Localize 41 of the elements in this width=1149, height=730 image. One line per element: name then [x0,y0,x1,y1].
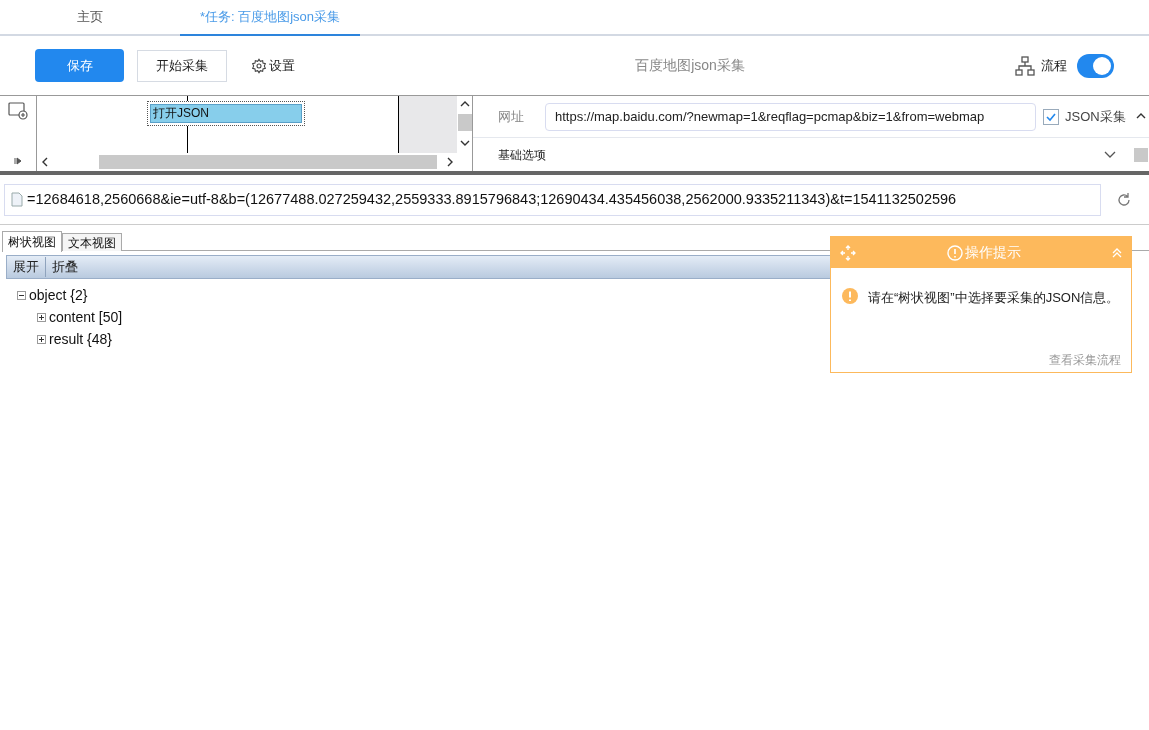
address-text: =12684618,2560668&ie=utf-8&b=(12677488.027259432,2559333.8915796843;12690434.435456038,2562000.9335211343)&t=1541132502596 [27,189,957,209]
add-window-icon[interactable] [8,102,28,120]
start-button[interactable]: 开始采集 [137,49,227,82]
view-tab[interactable]: 文本视图 [62,233,122,251]
json-checkbox[interactable] [1043,108,1059,125]
section-header[interactable]: 基础选项 [498,145,546,164]
tree-node-label[interactable]: content [50] [49,306,123,328]
scrollbar-thumb[interactable] [99,155,437,169]
url-field[interactable]: https://map.baidu.com/?newmap=1&reqflag=pcmap&biz=1&from=webmap [545,102,1036,131]
collapse-icon[interactable] [17,290,26,300]
json-checkbox-label: JSON采集 [1065,107,1126,126]
tree-node-label[interactable]: object {2} [29,284,88,306]
settings-button[interactable]: 设置 [269,55,295,76]
expand-icon[interactable] [37,334,46,344]
workflow-node[interactable]: 打开JSON [150,104,302,123]
tree-toolbar-button[interactable]: 折叠 [45,257,84,277]
scrollbar-thumb[interactable] [457,114,472,131]
tab[interactable]: 主页 [0,0,180,36]
tree-node-label[interactable]: result {48} [49,328,113,350]
hint-message: 请在“树状视图”中选择要采集的JSON信息。 [868,289,1120,307]
connector-line [398,96,399,153]
expand-icon[interactable] [37,312,46,322]
refresh-icon[interactable] [1116,191,1132,208]
url-label: 网址 [498,107,525,126]
flow-toggle[interactable] [1077,53,1114,78]
save-button[interactable]: 保存 [35,49,124,82]
scrollbar-thumb[interactable] [1134,147,1148,162]
canvas-margin [399,96,457,153]
chevron-down-icon[interactable] [1103,149,1117,160]
address-field[interactable]: =12684618,2560668&ie=utf-8&b=(12677488.027259432,2559333.8915796843;12690434.435456038,2562000.9335211343)&t=1541132502596 [4,183,1101,216]
tree-toolbar-button[interactable]: 展开 [7,257,45,277]
flowchart-icon [1015,55,1035,76]
view-tab[interactable]: 树状视图 [2,231,62,252]
expand-panel-icon[interactable] [13,157,23,165]
page-icon [11,192,23,207]
task-title: 百度地图json采集 [635,56,745,75]
alert-icon [947,244,963,261]
warning-icon [842,288,858,304]
flow-label: 流程 [1041,56,1067,75]
settings-icon[interactable] [251,57,267,74]
hint-title: 操作提示 [965,243,1021,262]
